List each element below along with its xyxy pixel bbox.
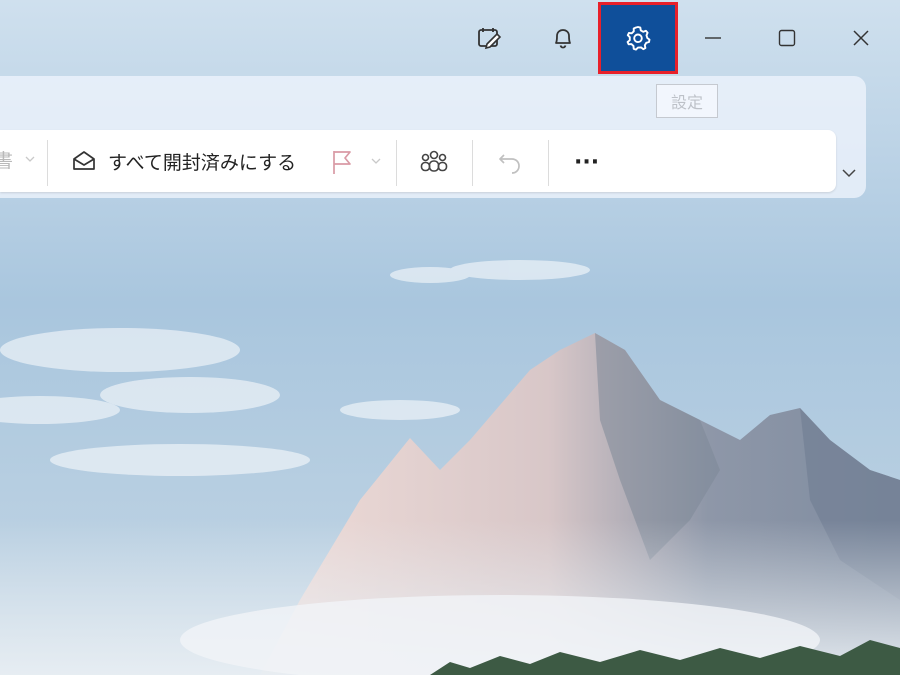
minimize-button[interactable] <box>690 4 736 72</box>
edit-note-button[interactable] <box>466 4 512 72</box>
maximize-icon <box>778 29 796 47</box>
undo-button[interactable] <box>496 146 524 178</box>
flag-button[interactable] <box>328 146 356 178</box>
undo-icon <box>499 154 520 174</box>
title-bar <box>0 0 900 76</box>
ribbon-separator <box>396 140 397 186</box>
groups-button[interactable] <box>418 146 450 178</box>
ribbon-separator <box>472 140 473 186</box>
ribbon-expand-button[interactable] <box>840 166 858 180</box>
maximize-button[interactable] <box>764 4 810 72</box>
people-icon <box>420 150 448 172</box>
mark-all-read-button[interactable]: すべて開封済みにする <box>70 140 296 182</box>
close-icon <box>853 30 869 46</box>
close-button[interactable] <box>838 4 884 72</box>
more-icon: ··· <box>574 149 600 175</box>
bell-icon <box>555 29 571 49</box>
chevron-down-icon <box>842 169 856 178</box>
more-options-button[interactable]: ··· <box>574 146 599 178</box>
minimize-icon <box>705 37 721 39</box>
ribbon-separator <box>548 140 549 186</box>
notifications-button[interactable] <box>540 4 586 72</box>
open-envelope-icon <box>73 151 95 170</box>
flag-dropdown-chevron[interactable] <box>370 156 382 166</box>
edit-icon <box>478 28 502 50</box>
chevron-down-icon <box>371 158 381 164</box>
truncated-ribbon-label: 書 <box>0 150 14 172</box>
flag-icon <box>333 151 351 174</box>
truncated-dropdown-chevron[interactable] <box>24 154 36 164</box>
mark-all-read-label: すべて開封済みにする <box>108 151 297 174</box>
ribbon-separator <box>47 140 48 186</box>
chevron-down-icon <box>25 156 35 162</box>
settings-button[interactable] <box>598 2 678 74</box>
gear-icon <box>626 26 651 51</box>
